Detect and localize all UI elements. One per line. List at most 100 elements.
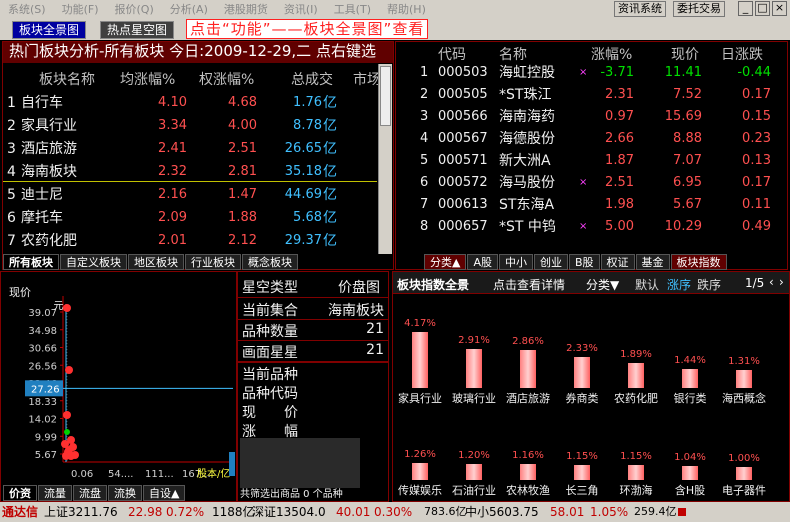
col-market[interactable]: 市场: [353, 69, 381, 89]
index-bar[interactable]: [574, 464, 590, 480]
index-bar[interactable]: [736, 466, 752, 480]
tab-warrants[interactable]: 权证: [600, 254, 635, 270]
col-change[interactable]: 涨幅%: [591, 44, 632, 64]
tab-sector-overview[interactable]: 板块全景图: [12, 21, 87, 39]
col-name[interactable]: 名称: [499, 44, 527, 64]
index-bar[interactable]: [682, 368, 698, 388]
tab-b-shares[interactable]: B股: [569, 254, 600, 270]
index-name[interactable]: 含H股: [663, 482, 717, 498]
index-bar[interactable]: [412, 332, 428, 388]
index-category-dropdown[interactable]: 分类▼: [586, 276, 619, 293]
col-total-volume[interactable]: 总成交: [291, 69, 333, 89]
sector-row[interactable]: 5 迪士尼 2.16 1.47 44.69 亿: [3, 184, 377, 206]
tab-sme[interactable]: 中小: [499, 254, 533, 270]
tab-float[interactable]: 流盘: [73, 485, 107, 501]
index-bar[interactable]: [412, 463, 428, 480]
tab-hot-star-chart[interactable]: 热点星空图: [100, 21, 175, 39]
index-name[interactable]: 长三角: [555, 482, 609, 498]
menu-analysis[interactable]: 分析(A): [170, 1, 208, 17]
tab-flow[interactable]: 流量: [38, 485, 72, 501]
tab-custom[interactable]: 自设▲: [143, 485, 186, 501]
index-sort-up[interactable]: 涨序: [667, 276, 691, 293]
sme-index[interactable]: 中小5603.75: [465, 502, 539, 522]
tab-funds[interactable]: 基金: [635, 254, 670, 270]
stock-row[interactable]: 7 000613 ST东海A 1.98 5.67 0.11: [396, 194, 786, 216]
index-name[interactable]: 券商类: [555, 390, 609, 406]
tab-sector-index[interactable]: 板块指数: [670, 254, 727, 270]
trade-button[interactable]: 委托交易: [673, 1, 725, 17]
index-name[interactable]: 玻璃行业: [447, 390, 501, 406]
star-chart-svg[interactable]: 39.0734.9830.6626.5622.4618.3314.029.995…: [1, 272, 236, 484]
sector-row[interactable]: 1 自行车 4.10 4.68 1.76 亿: [3, 92, 377, 114]
close-button[interactable]: ×: [772, 1, 787, 16]
index-name[interactable]: 电子器件: [717, 482, 771, 498]
menu-function[interactable]: 功能(F): [62, 1, 99, 17]
tab-price-capital[interactable]: 价资: [3, 485, 37, 501]
index-sort-default[interactable]: 默认: [635, 276, 659, 293]
col-price[interactable]: 现价: [671, 44, 699, 64]
menu-news[interactable]: 资讯(I): [284, 1, 318, 17]
stock-row[interactable]: 2 000505 *ST珠江 2.31 7.52 0.17: [396, 84, 786, 106]
sector-row[interactable]: 4 海南板块 2.32 2.81 35.18 亿: [3, 161, 377, 183]
sector-row[interactable]: 7 农药化肥 2.01 2.12 29.37 亿: [3, 230, 377, 252]
col-avg-change[interactable]: 均涨幅%: [120, 69, 175, 89]
index-bar[interactable]: [466, 348, 482, 388]
tab-region-sectors[interactable]: 地区板块: [128, 254, 184, 270]
sz-index[interactable]: 深证13504.0: [252, 502, 326, 522]
scroll-thumb[interactable]: [380, 66, 391, 126]
col-sector-name[interactable]: 板块名称: [39, 69, 95, 89]
index-bar[interactable]: [628, 464, 644, 480]
star-dot[interactable]: [63, 304, 71, 312]
star-dot[interactable]: [65, 446, 73, 454]
index-name[interactable]: 银行类: [663, 390, 717, 406]
index-name[interactable]: 环渤海: [609, 482, 663, 498]
stock-row[interactable]: 8 000657 *ST 中钨 × 5.00 10.29 0.49: [396, 216, 786, 238]
star-dot-highlight[interactable]: [64, 429, 70, 435]
index-bar[interactable]: [682, 466, 698, 480]
stock-row[interactable]: 1 000503 海虹控股 × -3.71 11.41 -0.44: [396, 62, 786, 84]
tab-category[interactable]: 分类▲: [424, 254, 467, 270]
index-name[interactable]: 石油行业: [447, 482, 501, 498]
menu-system[interactable]: 系统(S): [8, 1, 46, 17]
index-view-detail[interactable]: 点击查看详情: [493, 276, 565, 293]
menu-quote[interactable]: 报价(Q): [115, 1, 154, 17]
sector-scrollbar[interactable]: [378, 64, 392, 254]
index-name[interactable]: 农药化肥: [609, 390, 663, 406]
index-name[interactable]: 海西概念: [717, 390, 771, 406]
menu-help[interactable]: 帮助(H): [387, 1, 426, 17]
menu-tools[interactable]: 工具(T): [334, 1, 371, 17]
sector-row[interactable]: 6 摩托车 2.09 1.88 5.68 亿: [3, 207, 377, 229]
sh-index[interactable]: 上证3211.76: [44, 502, 118, 522]
index-bar[interactable]: [466, 463, 482, 480]
index-bar[interactable]: [628, 362, 644, 388]
tab-a-shares[interactable]: A股: [467, 254, 498, 270]
stock-row[interactable]: 4 000567 海德股份 2.66 8.88 0.23: [396, 128, 786, 150]
index-sort-down[interactable]: 跌序: [697, 276, 721, 293]
stock-row[interactable]: 6 000572 海马股份 × 2.51 6.95 0.17: [396, 172, 786, 194]
sector-row[interactable]: 3 酒店旅游 2.41 2.51 26.65 亿: [3, 138, 377, 160]
index-bar[interactable]: [520, 464, 536, 480]
index-name[interactable]: 家具行业: [393, 390, 447, 406]
minimize-button[interactable]: _: [738, 1, 753, 16]
index-name[interactable]: 农林牧渔: [501, 482, 555, 498]
next-page-icon[interactable]: ›: [779, 275, 784, 289]
tab-chinext[interactable]: 创业: [534, 254, 568, 270]
tab-all-sectors[interactable]: 所有板块: [3, 254, 59, 270]
tab-concept-sectors[interactable]: 概念板块: [242, 254, 298, 270]
sector-row[interactable]: 2 家具行业 3.34 4.00 8.78 亿: [3, 115, 377, 137]
stock-row[interactable]: 3 000566 海南海药 0.97 15.69 0.15: [396, 106, 786, 128]
tab-turnover[interactable]: 流换: [108, 485, 142, 501]
col-weighted-change[interactable]: 权涨幅%: [199, 69, 254, 89]
maximize-button[interactable]: □: [755, 1, 770, 16]
star-dot[interactable]: [63, 411, 71, 419]
stock-row[interactable]: 5 000571 新大洲A 1.87 7.07 0.13: [396, 150, 786, 172]
index-bar[interactable]: [736, 370, 752, 388]
col-code[interactable]: 代码: [438, 44, 466, 64]
menu-hk-futures[interactable]: 港股期货: [224, 1, 268, 17]
tab-industry-sectors[interactable]: 行业板块: [185, 254, 241, 270]
star-dot[interactable]: [65, 366, 73, 374]
index-bar[interactable]: [574, 356, 590, 388]
tab-custom-sectors[interactable]: 自定义板块: [60, 254, 127, 270]
index-name[interactable]: 传媒娱乐: [393, 482, 447, 498]
star-type-value[interactable]: 价盘图: [338, 277, 380, 297]
